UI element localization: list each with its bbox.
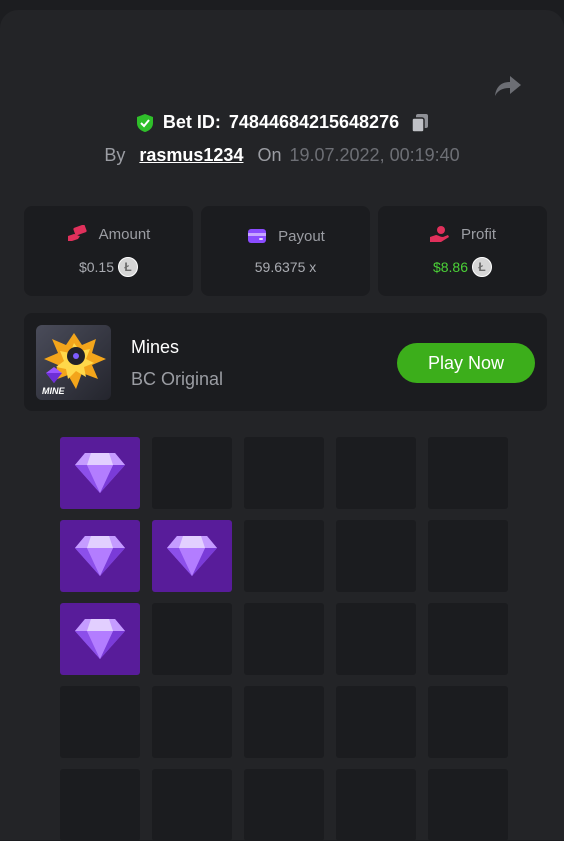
mine-tile[interactable] <box>152 437 232 509</box>
mine-tile[interactable] <box>428 686 508 758</box>
mine-tile[interactable] <box>428 437 508 509</box>
mine-tile[interactable] <box>336 437 416 509</box>
share-icon[interactable] <box>494 74 522 98</box>
stat-profit-value: $8.86 <box>432 259 469 275</box>
gem-icon <box>167 536 217 576</box>
gem-icon <box>75 453 125 493</box>
mine-tile[interactable] <box>244 686 324 758</box>
mine-tile[interactable] <box>60 769 140 841</box>
money-hand-icon <box>67 225 87 241</box>
wallet-icon <box>248 229 267 243</box>
mine-tile[interactable] <box>336 603 416 675</box>
stat-profit: Profit $8.86 Ł <box>378 206 547 296</box>
mines-game-thumbnail[interactable]: MINE <box>36 325 111 400</box>
verified-shield-icon <box>136 113 153 132</box>
mine-tile[interactable] <box>336 769 416 841</box>
bet-id-row: Bet ID: 74844684215648276 <box>0 112 564 133</box>
mines-logo-icon: MINE <box>36 325 111 400</box>
mine-tile[interactable] <box>336 686 416 758</box>
mine-tile[interactable] <box>428 520 508 592</box>
bet-id-value: 74844684215648276 <box>228 112 400 132</box>
thumb-label: MINE <box>42 386 65 396</box>
stat-amount-value: $0.15 <box>78 259 115 275</box>
mine-tile[interactable] <box>244 520 324 592</box>
game-card: MINE Mines BC Original Play Now <box>24 313 547 411</box>
username-link[interactable]: rasmus1234 <box>139 145 243 166</box>
ltc-coin-icon: Ł <box>472 257 493 277</box>
mine-tile[interactable] <box>152 686 232 758</box>
stat-amount: Amount $0.15 Ł <box>24 206 193 296</box>
mine-tile[interactable] <box>244 769 324 841</box>
bet-id-label: Bet ID: <box>162 112 221 132</box>
play-now-button[interactable]: Play Now <box>397 343 535 383</box>
stat-payout-label: Payout <box>278 227 325 245</box>
stat-payout: Payout 59.6375 x <box>201 206 370 296</box>
mine-tile[interactable] <box>336 520 416 592</box>
on-label: On <box>257 145 282 165</box>
profit-hand-icon <box>429 226 449 242</box>
bet-stats: Amount $0.15 Ł Payout 59.6375 x Profit $… <box>24 206 547 296</box>
gem-tile[interactable] <box>60 437 140 509</box>
game-subtitle: BC Original <box>131 369 224 389</box>
mine-tile[interactable] <box>152 603 232 675</box>
mine-tile[interactable] <box>244 437 324 509</box>
copy-icon[interactable] <box>411 113 429 133</box>
game-title: Mines <box>131 337 180 357</box>
mine-tile[interactable] <box>244 603 324 675</box>
gem-icon <box>75 619 125 659</box>
mine-tile[interactable] <box>428 603 508 675</box>
bet-date: 19.07.2022, 00:19:40 <box>289 145 460 165</box>
by-label: By <box>104 145 126 165</box>
stat-payout-value: 59.6375 x <box>254 259 317 275</box>
bet-meta-row: By rasmus1234 On 19.07.2022, 00:19:40 <box>0 145 564 166</box>
stat-profit-label: Profit <box>460 225 496 243</box>
mine-tile[interactable] <box>60 686 140 758</box>
gem-tile[interactable] <box>60 520 140 592</box>
mine-tile[interactable] <box>428 769 508 841</box>
gem-icon <box>75 536 125 576</box>
mines-grid <box>60 437 508 841</box>
gem-tile[interactable] <box>60 603 140 675</box>
stat-amount-label: Amount <box>98 225 151 243</box>
ltc-coin-icon: Ł <box>118 257 139 277</box>
mine-tile[interactable] <box>152 769 232 841</box>
gem-tile[interactable] <box>152 520 232 592</box>
